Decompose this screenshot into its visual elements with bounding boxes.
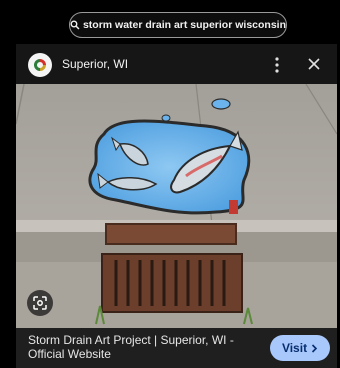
search-query-text: storm water drain art superior wisconsin: [82, 19, 286, 31]
result-info-bar: Storm Drain Art Project | Superior, WI -…: [16, 328, 337, 368]
lens-search-button[interactable]: [27, 290, 53, 316]
source-header: Superior, WI: [16, 44, 337, 84]
visit-button-label: Visit: [281, 341, 308, 355]
result-image[interactable]: [16, 84, 337, 328]
search-query-pill[interactable]: storm water drain art superior wisconsin: [69, 12, 287, 38]
result-title[interactable]: Storm Drain Art Project | Superior, WI -…: [28, 333, 258, 361]
city-logo-icon[interactable]: [28, 53, 52, 77]
lens-icon: [33, 296, 47, 310]
source-name[interactable]: Superior, WI: [62, 57, 128, 71]
close-icon[interactable]: [306, 56, 322, 72]
search-icon: [70, 20, 80, 30]
more-options-icon[interactable]: [269, 56, 285, 74]
image-viewer-screen: storm water drain art superior wisconsin…: [0, 0, 340, 368]
visit-button[interactable]: Visit: [270, 335, 330, 361]
chevron-right-icon: [311, 343, 318, 353]
